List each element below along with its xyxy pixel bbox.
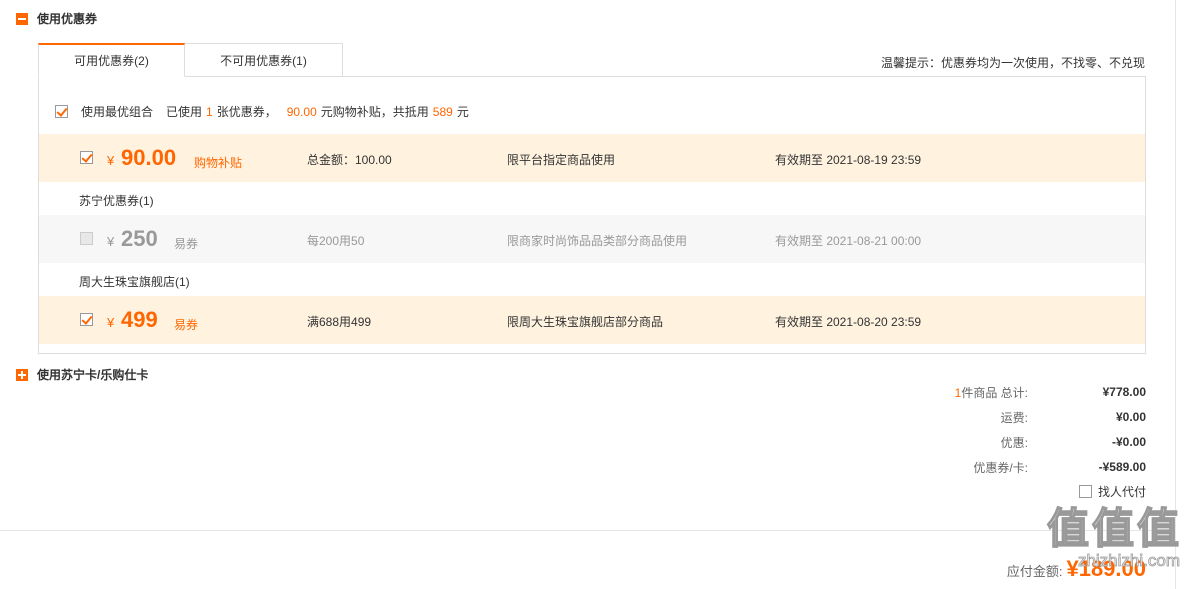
summary-items-label: 1件商品 总计: <box>778 384 1028 401</box>
card-section-header[interactable]: 使用苏宁卡/乐购仕卡 <box>16 366 148 383</box>
coupon-amount: 90.00 <box>121 145 177 170</box>
coupon-currency: ¥ <box>107 234 115 249</box>
card-section-title: 使用苏宁卡/乐购仕卡 <box>37 368 149 382</box>
summary-divider <box>0 530 1175 531</box>
best-combo-subsidy: 90.00 <box>286 104 317 119</box>
payable-label: 应付金额: <box>1006 564 1063 579</box>
coupon-total: 总金额：100.00 <box>307 153 392 167</box>
group-label-suning: 苏宁优惠券(1) <box>79 194 154 208</box>
summary-discount-value: -¥0.00 <box>1111 435 1146 449</box>
watermark-char: 值 <box>1046 504 1090 553</box>
coupon-checkbox[interactable] <box>80 313 93 326</box>
best-combo-label: 使用最优组合 <box>81 105 154 119</box>
tab-available-coupons[interactable]: 可用优惠券(2) <box>38 43 185 77</box>
coupon-currency: ¥ <box>107 315 115 330</box>
coupon-valid: 有效期至 2021-08-21 00:00 <box>775 234 922 248</box>
coupon-checkbox[interactable] <box>80 232 93 245</box>
coupon-kind: 易券 <box>174 237 199 251</box>
best-combo-subsidy-suffix: 元购物补贴，共抵用 <box>320 105 429 119</box>
summary-shipping-value: ¥0.00 <box>1115 410 1146 424</box>
watermark-char: 值 <box>1091 504 1135 553</box>
coupon-limit: 限平台指定商品使用 <box>507 153 616 167</box>
summary-discount-label: 优惠: <box>1000 435 1028 450</box>
best-combo-unit: 元 <box>456 105 469 119</box>
watermark-char: 值 <box>1136 504 1180 553</box>
collapse-icon[interactable] <box>16 12 28 25</box>
right-divider <box>1175 0 1176 589</box>
summary-coupon-row: 优惠券/卡: -¥589.00 <box>746 458 1146 476</box>
coupon-kind: 易券 <box>174 318 199 332</box>
coupon-row-chowtaiseng[interactable]: ¥ 499 易券 满688用499 限周大生珠宝旗舰店部分商品 有效期至 202… <box>39 296 1145 344</box>
best-combo-used-suffix: 张优惠券， <box>216 105 277 119</box>
payable-amount: 应付金额: ¥189.00 <box>1007 556 1146 582</box>
proxy-pay-checkbox[interactable] <box>1078 485 1092 498</box>
expand-icon[interactable] <box>16 368 28 381</box>
coupon-limit: 限周大生珠宝旗舰店部分商品 <box>507 315 664 329</box>
coupon-row-subsidy[interactable]: ¥ 90.00 购物补贴 总金额：100.00 限平台指定商品使用 有效期至 2… <box>39 134 1145 182</box>
coupon-total: 满688用499 <box>307 315 372 329</box>
summary-shipping-row: 运费: ¥0.00 <box>746 408 1146 426</box>
coupon-valid: 有效期至 2021-08-19 23:59 <box>775 153 922 167</box>
coupon-total: 每200用50 <box>307 234 365 248</box>
summary-discount-row: 优惠: -¥0.00 <box>746 433 1146 451</box>
coupon-valid: 有效期至 2021-08-20 23:59 <box>775 315 922 329</box>
tab-unavailable-label: 不可用优惠券(1) <box>220 53 307 68</box>
summary-items-text: 件商品 总计: <box>961 385 1028 400</box>
coupon-amount: 250 <box>121 226 158 251</box>
payable-value: ¥189.00 <box>1066 556 1146 581</box>
best-combo-total: 589 <box>432 104 453 119</box>
coupon-section-title: 使用优惠券 <box>37 12 98 26</box>
best-combo-used-prefix: 已使用 <box>166 105 203 119</box>
coupon-currency: ¥ <box>107 153 115 168</box>
summary-shipping-label: 运费: <box>1000 410 1028 425</box>
summary-items-total: ¥778.00 <box>1102 385 1146 399</box>
coupon-section-header[interactable]: 使用优惠券 <box>16 10 97 27</box>
coupon-row-suning[interactable]: ¥ 250 易券 每200用50 限商家时尚饰品品类部分商品使用 有效期至 20… <box>39 215 1145 263</box>
coupon-kind: 购物补贴 <box>194 156 243 170</box>
coupon-tip: 温馨提示：优惠券均为一次使用，不找零、不兑现 <box>880 56 1145 70</box>
coupon-checkbox[interactable] <box>80 151 93 164</box>
best-combo-used-count: 1 <box>206 104 213 119</box>
watermark-logo: 值 值 值 <box>1046 504 1180 553</box>
tab-unavailable-coupons[interactable]: 不可用优惠券(1) <box>184 43 343 77</box>
coupon-amount: 499 <box>121 307 158 332</box>
group-label-chowtaiseng: 周大生珠宝旗舰店(1) <box>79 275 190 289</box>
proxy-pay-option[interactable]: 找人代付 <box>1078 483 1146 500</box>
summary-coupon-value: -¥589.00 <box>1098 460 1146 474</box>
coupon-limit: 限商家时尚饰品品类部分商品使用 <box>507 234 688 248</box>
coupon-panel: 使用最优组合 已使用 1 张优惠券， 90.00 元购物补贴，共抵用 589 元… <box>38 76 1146 354</box>
summary-items-row: 1件商品 总计: ¥778.00 <box>746 383 1146 401</box>
best-combo-checkbox[interactable] <box>55 105 68 118</box>
tab-available-label: 可用优惠券(2) <box>74 54 149 68</box>
best-combo-row: 使用最优组合 已使用 1 张优惠券， 90.00 元购物补贴，共抵用 589 元 <box>55 103 469 120</box>
summary-coupon-label: 优惠券/卡: <box>973 460 1028 475</box>
proxy-pay-label: 找人代付 <box>1097 485 1146 499</box>
